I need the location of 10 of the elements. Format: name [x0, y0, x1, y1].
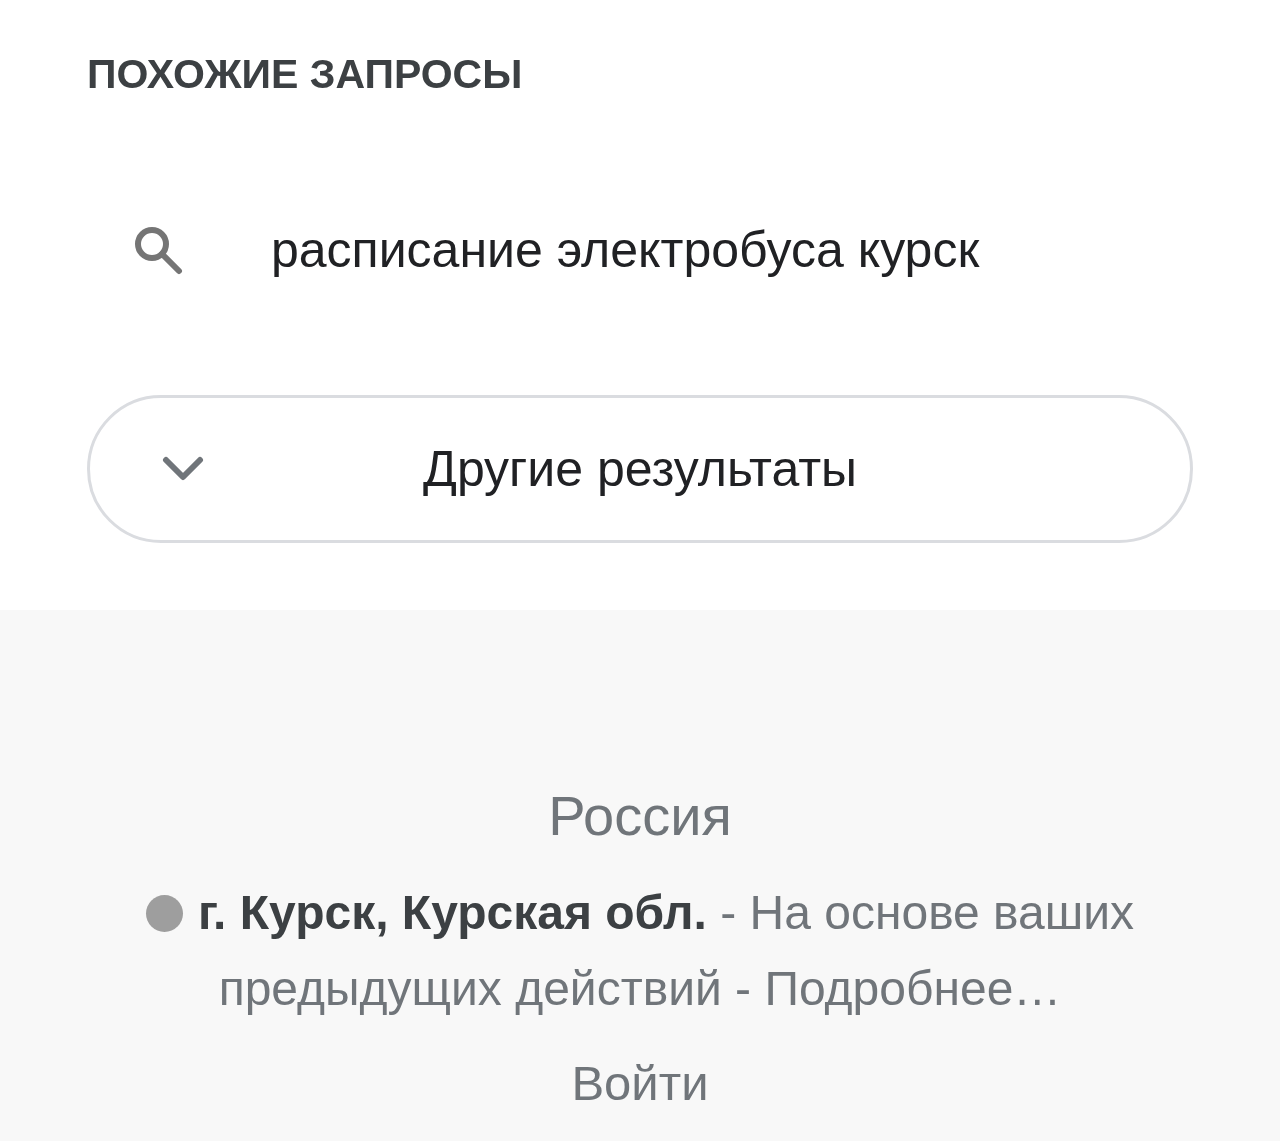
location-dot-icon — [145, 895, 183, 932]
sign-in-link[interactable]: Войти — [571, 1053, 709, 1113]
location-text: г. Курск, Курская обл. - На основе ваших предыдущих действий - Подробнее… — [197, 886, 1135, 1015]
more-results-button[interactable]: Другие результаты — [87, 395, 1193, 543]
more-info-link[interactable]: Подробнее… — [764, 962, 1062, 1015]
related-search-link[interactable]: расписание электробуса курск — [87, 215, 1193, 285]
country-label: Россия — [548, 784, 732, 848]
search-icon — [133, 225, 183, 275]
chevron-down-icon — [162, 456, 204, 482]
section-heading: ПОХОЖИЕ ЗАПРОСЫ — [87, 50, 523, 99]
